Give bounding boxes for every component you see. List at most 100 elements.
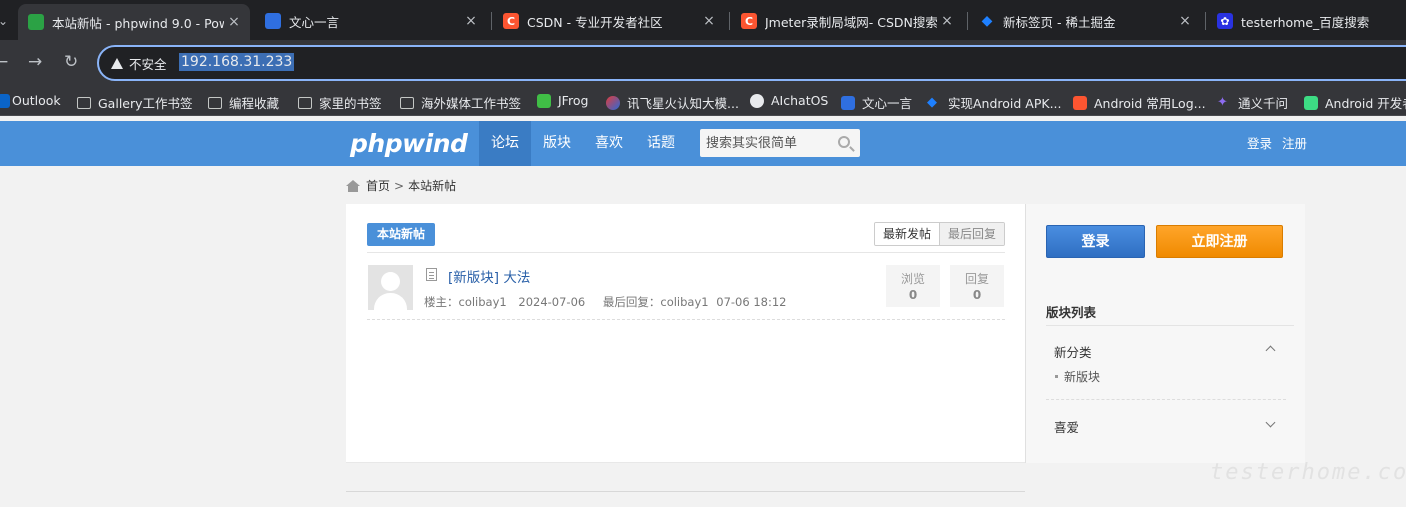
bookmark-wenxin[interactable]: 文心一言 (841, 93, 912, 112)
bookmark-label: JFrog (558, 93, 589, 108)
jfrog-icon (537, 93, 551, 108)
post-date: 2024-07-06 (518, 295, 586, 309)
bookmark-android-dev[interactable]: Android 开发者 (1304, 93, 1406, 112)
tab-separator (491, 12, 492, 30)
nav-topics[interactable]: 话题 (635, 121, 687, 166)
thread-list-panel: 本站新帖 最新发帖 最后回复 [新版块] 大法 楼主：colibay1 2024… (346, 204, 1025, 463)
thread-title-link[interactable]: [新版块] 大法 (448, 266, 530, 286)
bookmark-label: 家里的书签 (319, 96, 382, 111)
folder-icon (77, 96, 91, 109)
tongyi-icon: ✦ (1217, 94, 1228, 110)
browser-tab-strip: ⌄ 本站新帖 - phpwind 9.0 - Pow × 文心一言 × C CS… (0, 0, 1406, 40)
warning-icon (111, 58, 123, 69)
tab-wenxin[interactable]: 文心一言 × (255, 6, 487, 36)
tab-search-button[interactable]: ⌄ (0, 10, 12, 32)
url-text[interactable]: 192.168.31.233 (179, 53, 295, 71)
header-register-link[interactable]: 注册 (1282, 121, 1307, 166)
site-logo[interactable]: phpwind (350, 129, 468, 158)
bookmark-home[interactable]: 家里的书签 (298, 93, 382, 112)
tab-close-icon[interactable]: × (1175, 13, 1195, 29)
tab-csdn-search[interactable]: C Jmeter录制局域网- CSDN搜索 × (731, 6, 963, 36)
bookmark-overseas-media[interactable]: 海外媒体工作书签 (400, 93, 521, 112)
tab-phpwind[interactable]: 本站新帖 - phpwind 9.0 - Pow × (18, 4, 250, 40)
nav-forum[interactable]: 论坛 (479, 121, 531, 166)
outlook-icon (0, 93, 10, 108)
tab-close-icon[interactable]: × (224, 14, 244, 30)
bookmark-gallery[interactable]: Gallery工作书签 (77, 93, 193, 112)
search-input[interactable] (700, 129, 828, 157)
bookmark-jfrog[interactable]: JFrog (537, 93, 588, 108)
replies-count: 0 (972, 288, 982, 302)
author-link[interactable]: colibay1 (459, 295, 507, 309)
bookmark-android-apk[interactable]: ◆ 实现Android APK... (927, 93, 1062, 112)
sort-tab-newest[interactable]: 最新发帖 (875, 223, 940, 245)
watermark: testerhome.com (1210, 460, 1406, 485)
tab-separator (729, 12, 730, 30)
forward-icon[interactable]: → (28, 52, 42, 72)
tab-csdn[interactable]: C CSDN - 专业开发者社区 × (493, 6, 725, 36)
tab-juejin[interactable]: ◆ 新标签页 - 稀土掘金 × (969, 6, 1201, 36)
replies-stat: 回复 0 (950, 265, 1004, 307)
tab-title: CSDN - 专业开发者社区 (527, 14, 663, 30)
sidebar: 登录 立即注册 版块列表 新分类 新版块 喜爱 (1025, 204, 1305, 463)
tab-title: testerhome_百度搜索 (1241, 14, 1370, 30)
last-reply-time: 07-06 18:12 (716, 295, 787, 309)
tab-close-icon[interactable]: × (937, 13, 957, 29)
bookmark-label: 通义千问 (1238, 96, 1289, 111)
board-item[interactable]: 新版块 (1055, 368, 1100, 385)
breadcrumb-home[interactable]: 首页 (366, 177, 390, 194)
xunfei-icon (606, 95, 620, 110)
site-search (700, 129, 860, 157)
bookmark-xunfei[interactable]: 讯飞星火认知大模... (606, 93, 739, 112)
category-name[interactable]: 喜爱 (1054, 417, 1079, 436)
nav-boards[interactable]: 版块 (531, 121, 583, 166)
tab-baidu[interactable]: ✿ testerhome_百度搜索 (1207, 6, 1406, 36)
address-bar[interactable]: 不安全 192.168.31.233 (97, 45, 1406, 81)
category-name[interactable]: 新分类 (1054, 342, 1092, 361)
login-button[interactable]: 登录 (1046, 225, 1145, 258)
bookmarks-bar: Outlook Gallery工作书签 编程收藏 家里的书签 海外媒体工作书签 … (0, 86, 1406, 116)
divider (1046, 325, 1294, 326)
bookmark-coding[interactable]: 编程收藏 (208, 93, 279, 112)
chevron-down-icon[interactable] (1265, 417, 1276, 428)
footer-divider (346, 491, 1025, 492)
avatar[interactable] (368, 265, 413, 310)
tab-separator (1205, 12, 1206, 30)
nav-likes[interactable]: 喜欢 (583, 121, 635, 166)
bookmark-android-log[interactable]: Android 常用Log... (1073, 93, 1206, 112)
bookmark-tongyi[interactable]: ✦ 通义千问 (1217, 93, 1288, 112)
android-icon (1304, 95, 1318, 110)
folder-icon (400, 96, 414, 109)
header-login-link[interactable]: 登录 (1247, 121, 1272, 166)
folder-icon (298, 96, 312, 109)
wenxin-icon (265, 13, 281, 29)
security-indicator[interactable]: 不安全 (111, 54, 167, 73)
sort-tab-last-reply[interactable]: 最后回复 (939, 223, 1005, 245)
bookmark-aichatos[interactable]: AIchatOS (750, 93, 828, 108)
csdn-icon (1073, 95, 1087, 110)
tab-close-icon[interactable]: × (461, 13, 481, 29)
tab-separator (967, 12, 968, 30)
folder-icon (208, 96, 222, 109)
section-badge: 本站新帖 (367, 223, 436, 246)
back-icon[interactable]: ← (0, 52, 8, 72)
aichatos-icon (750, 93, 764, 108)
tab-close-icon[interactable]: × (699, 13, 719, 29)
bookmark-label: Android 常用Log... (1094, 96, 1206, 111)
bookmark-label: 编程收藏 (229, 96, 280, 111)
chevron-up-icon[interactable] (1265, 345, 1276, 356)
web-page: phpwind 论坛 版块 喜欢 话题 登录 注册 首页 > 本站新帖 本站新帖… (0, 116, 1406, 507)
tab-title: 本站新帖 - phpwind 9.0 - Pow (52, 15, 224, 31)
board-name-link[interactable]: 新版块 (1064, 368, 1100, 385)
last-reply-label: 最后回复： (602, 295, 661, 309)
register-button[interactable]: 立即注册 (1156, 225, 1283, 258)
divider (1046, 399, 1286, 400)
home-icon[interactable] (346, 179, 360, 192)
juejin-icon: ◆ (927, 94, 937, 110)
last-reply-user-link[interactable]: colibay1 (660, 295, 708, 309)
search-icon[interactable] (838, 136, 850, 148)
reload-icon[interactable]: ↻ (64, 52, 78, 72)
views-count: 0 (908, 288, 918, 302)
bullet-icon (1055, 375, 1058, 378)
bookmark-outlook[interactable]: Outlook (0, 93, 61, 108)
